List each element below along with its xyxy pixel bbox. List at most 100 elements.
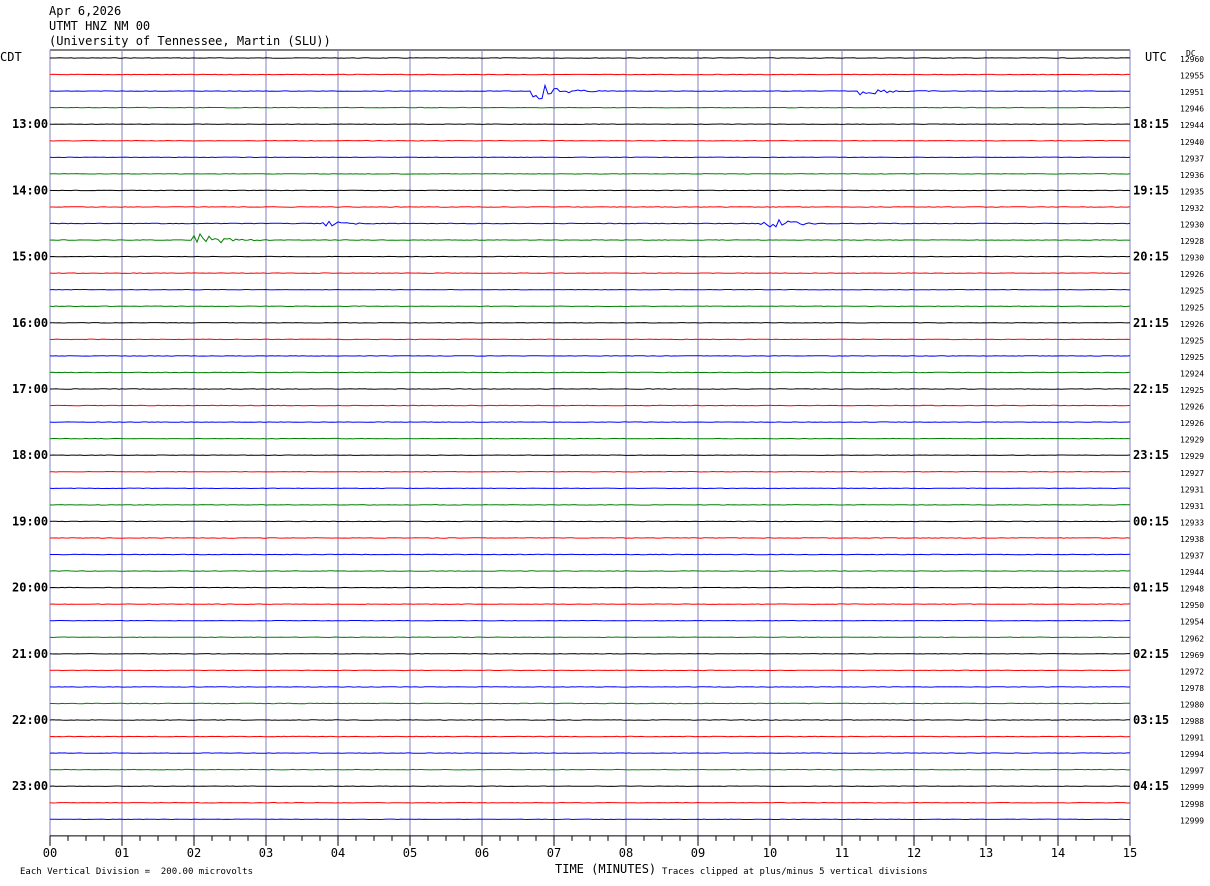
cdt-hour-label: 19:00 [12,514,48,528]
seismic-trace [49,232,1131,244]
x-tick-label: 06 [475,846,489,860]
dc-offset-label: 12978 [1180,684,1204,693]
dc-offset-label: 12940 [1180,138,1204,147]
cdt-hour-label: 20:00 [12,581,48,595]
dc-offset-label: 12980 [1180,700,1204,709]
cdt-hour-label: 14:00 [12,183,48,197]
dc-offset-label: 12937 [1180,552,1204,561]
seismic-trace [49,735,1131,738]
dc-offset-label: 12928 [1180,237,1204,246]
utc-hour-label: 01:15 [1133,581,1169,595]
x-axis-title: TIME (MINUTES) [555,862,657,876]
dc-offset-label: 12935 [1180,187,1204,196]
dc-offset-label: 12926 [1180,419,1204,428]
cdt-hour-label: 21:00 [12,647,48,661]
cdt-hour-label: 22:00 [12,713,48,727]
seismic-trace [49,218,1131,228]
dc-offset-label: 12988 [1180,717,1204,726]
x-tick-label: 14 [1051,846,1065,860]
dc-offset-label: 12933 [1180,518,1204,527]
dc-offset-label: 12925 [1180,353,1204,362]
x-tick-label: 04 [331,846,345,860]
seismic-trace [49,636,1130,639]
seismic-trace [49,603,1131,605]
x-tick-label: 02 [187,846,201,860]
dc-offset-label: 12925 [1180,303,1204,312]
dc-offset-label: 12926 [1180,270,1204,279]
dc-offset-label: 12927 [1180,469,1204,478]
dc-offset-label: 12924 [1180,369,1204,378]
seismic-trace [49,272,1131,274]
cdt-hour-label: 18:00 [12,448,48,462]
seismic-trace [49,570,1131,572]
seismic-trace [50,206,1131,208]
utc-hour-label: 22:15 [1133,382,1169,396]
seismic-trace [49,106,1131,109]
dc-offset-label: 12931 [1180,502,1204,511]
dc-offset-label: 12926 [1180,320,1204,329]
dc-offset-label: 12972 [1180,667,1204,676]
seismic-trace [49,437,1131,440]
dc-offset-label: 12925 [1180,386,1204,395]
cdt-hour-label: 17:00 [12,382,48,396]
utc-hour-label: 18:15 [1133,117,1169,131]
seismic-trace [49,371,1131,374]
x-tick-label: 13 [979,846,993,860]
seismic-trace [49,669,1131,672]
dc-offset-label: 12969 [1180,651,1204,660]
dc-offset-label: 12929 [1180,452,1204,461]
dc-offset-label: 12950 [1180,601,1204,610]
cdt-hour-label: 15:00 [12,250,48,264]
x-tick-label: 08 [619,846,633,860]
seismic-trace [49,504,1131,506]
utc-hour-label: 23:15 [1133,448,1169,462]
dc-offset-label: 12932 [1180,204,1204,213]
scale-label: Each Vertical Division = 200.00 microvol… [20,867,253,877]
utc-hour-label: 21:15 [1133,316,1169,330]
x-tick-label: 12 [907,846,921,860]
seismic-trace [50,702,1130,705]
dc-offset-label: 12955 [1180,72,1204,81]
x-tick-label: 09 [691,846,705,860]
seismic-trace [49,768,1130,771]
dc-offset-label: 12930 [1180,221,1204,230]
dc-offset-label: 12960 [1180,55,1204,64]
dc-offset-label: 12997 [1180,767,1204,776]
cdt-hour-label: 23:00 [12,779,48,793]
x-tick-label: 07 [547,846,561,860]
seismic-trace [49,338,1131,341]
dc-offset-label: 12944 [1180,568,1204,577]
seismic-trace [50,537,1131,539]
dc-offset-label: 12954 [1180,618,1204,627]
dc-offset-label: 12929 [1180,436,1204,445]
dc-offset-label: 12948 [1180,585,1204,594]
utc-hour-label: 00:15 [1133,514,1169,528]
dc-offset-label: 12938 [1180,535,1204,544]
dc-offset-label: 12930 [1180,254,1204,263]
dc-offset-label: 12999 [1180,816,1204,825]
cdt-hour-label: 16:00 [12,316,48,330]
utc-hour-label: 04:15 [1133,779,1169,793]
dc-offset-label: 12936 [1180,171,1204,180]
seismogram-plot: 00 01 02 03 04 05 06 07 08 09 10 11 12 13 14 15 13:00 14:… [12,49,1204,860]
dc-offset-label: 12925 [1180,336,1204,345]
dc-offset-label: 12999 [1180,783,1204,792]
dc-offset-label: 12925 [1180,287,1204,296]
dc-offset-label: 12962 [1180,634,1204,643]
x-tick-label: 01 [115,846,129,860]
seismic-trace [49,173,1131,175]
x-tick-label: 00 [43,846,57,860]
x-tick-label: 11 [835,846,849,860]
seismic-trace [49,305,1131,308]
seismic-trace [49,83,1131,100]
dc-offset-label: 12944 [1180,121,1204,130]
dc-offset-label: 12946 [1180,105,1204,114]
dc-offset-label: 12991 [1180,734,1204,743]
seismic-trace [49,801,1130,804]
dc-offset-label: 12951 [1180,88,1204,97]
seismic-trace [49,73,1131,76]
cdt-hour-label: 13:00 [12,117,48,131]
dc-offset-label: 12998 [1180,800,1204,809]
dc-offset-label: 12994 [1180,750,1204,759]
utc-hour-label: 03:15 [1133,713,1169,727]
